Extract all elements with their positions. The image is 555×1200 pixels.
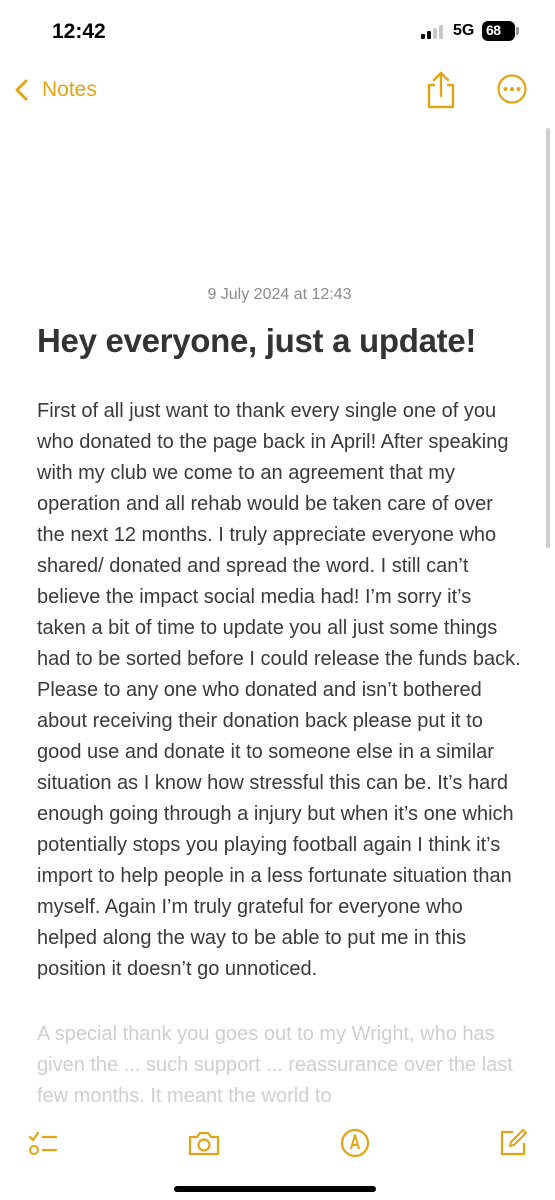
note-title[interactable]: Hey everyone, just a update! xyxy=(37,322,522,360)
cellular-signal-icon xyxy=(421,25,447,39)
note-body-continued[interactable]: A special thank you goes out to my Wrigh… xyxy=(37,1019,522,1112)
battery-icon: 68 xyxy=(482,21,515,41)
share-icon[interactable] xyxy=(424,70,458,110)
camera-icon[interactable] xyxy=(187,1128,221,1158)
note-content[interactable]: 9 July 2024 at 12:43 Hey everyone, just … xyxy=(37,286,522,1112)
compose-icon[interactable] xyxy=(498,1128,528,1158)
nav-bar: Notes xyxy=(0,62,555,118)
home-indicator[interactable] xyxy=(174,1186,376,1192)
status-time: 12:42 xyxy=(52,20,106,43)
battery-cap xyxy=(516,27,519,35)
status-bar: 12:42 5G 68 xyxy=(0,0,555,60)
back-button[interactable]: Notes xyxy=(14,72,97,108)
battery-level: 68 xyxy=(486,22,501,38)
note-date: 9 July 2024 at 12:43 xyxy=(207,286,352,303)
pen-circle-icon[interactable] xyxy=(340,1128,370,1158)
back-label: Notes xyxy=(42,78,97,101)
ellipsis-circle-icon[interactable] xyxy=(496,73,528,105)
checklist-icon[interactable] xyxy=(28,1128,58,1158)
scroll-indicator[interactable] xyxy=(546,128,550,548)
network-type: 5G xyxy=(453,22,475,39)
note-body[interactable]: First of all just want to thank every si… xyxy=(37,396,522,985)
chevron-left-icon xyxy=(15,79,28,101)
